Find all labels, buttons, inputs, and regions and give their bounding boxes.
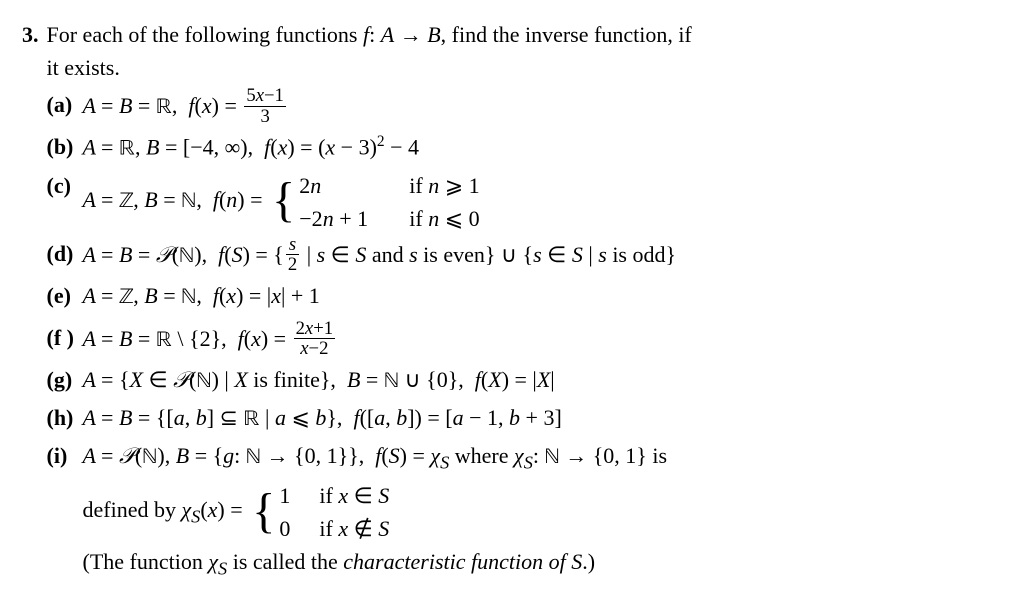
part-body-g: A = {X ∈ 𝒫(ℕ) | X is finite}, B = ℕ ∪ {0…	[83, 363, 1003, 399]
part-label-a: (a)	[47, 88, 83, 121]
part-b: (b) A = ℝ, B = [−4, ∞), f(x) = (x − 3)2 …	[47, 130, 1003, 166]
problem-intro: For each of the following functions f: A…	[47, 18, 1003, 84]
part-c: (c) A = ℤ, B = ℕ, f(n) = { 2nif n ⩾ 1 −2…	[47, 169, 1003, 235]
part-body-f: A = B = ℝ \ {2}, f(x) = 2x+1x−2	[83, 321, 1003, 361]
part-body-c: A = ℤ, B = ℕ, f(n) = { 2nif n ⩾ 1 −2n + …	[83, 169, 1003, 235]
part-f: (f ) A = B = ℝ \ {2}, f(x) = 2x+1x−2	[47, 321, 1003, 361]
part-body-a: A = B = ℝ, f(x) = 5x−13	[83, 88, 1003, 128]
parts-list: (a) A = B = ℝ, f(x) = 5x−13 (b) A = ℝ, B…	[47, 88, 1003, 583]
part-body-e: A = ℤ, B = ℕ, f(x) = |x| + 1	[83, 279, 1003, 315]
part-i: (i) A = 𝒫(ℕ), B = {g: ℕ → {0, 1}}, f(S) …	[47, 439, 1003, 477]
part-i-defined-by: defined by χS(x) = { 1if x ∈ S 0if x ∉ S	[83, 479, 1003, 545]
problem-content: For each of the following functions f: A…	[47, 18, 1003, 583]
part-e: (e) A = ℤ, B = ℕ, f(x) = |x| + 1	[47, 279, 1003, 315]
part-label-c: (c)	[47, 169, 83, 202]
part-label-f: (f )	[47, 321, 83, 354]
part-g: (g) A = {X ∈ 𝒫(ℕ) | X is finite}, B = ℕ …	[47, 363, 1003, 399]
part-body-b: A = ℝ, B = [−4, ∞), f(x) = (x − 3)2 − 4	[83, 130, 1003, 166]
part-i-note: (The function χS is called the character…	[83, 545, 1003, 583]
part-body-i-line1: A = 𝒫(ℕ), B = {g: ℕ → {0, 1}}, f(S) = χS…	[83, 439, 1003, 477]
problem-3: 3. For each of the following functions f…	[22, 18, 1002, 583]
part-label-d: (d)	[47, 237, 83, 270]
part-d: (d) A = B = 𝒫(ℕ), f(S) = {s2 | s ∈ S and…	[47, 237, 1003, 277]
part-label-b: (b)	[47, 130, 83, 163]
part-h: (h) A = B = {[a, b] ⊆ ℝ | a ⩽ b}, f([a, …	[47, 401, 1003, 437]
part-label-e: (e)	[47, 279, 83, 312]
part-body-h: A = B = {[a, b] ⊆ ℝ | a ⩽ b}, f([a, b]) …	[83, 401, 1003, 437]
part-label-i: (i)	[47, 439, 83, 472]
part-body-d: A = B = 𝒫(ℕ), f(S) = {s2 | s ∈ S and s i…	[83, 237, 1003, 277]
part-a: (a) A = B = ℝ, f(x) = 5x−13	[47, 88, 1003, 128]
problem-number: 3.	[22, 18, 39, 51]
part-label-g: (g)	[47, 363, 83, 396]
part-label-h: (h)	[47, 401, 83, 434]
